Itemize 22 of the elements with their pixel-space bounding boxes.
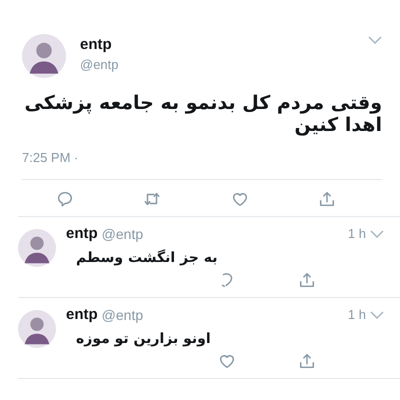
avatar[interactable] [22,34,66,78]
user-name[interactable]: entp [66,225,98,242]
heart-icon[interactable] [230,190,249,208]
chevron-icon[interactable] [370,230,384,238]
reply-age: 1 h [348,307,366,322]
reply-icon[interactable] [56,190,74,208]
reply-age: 1 h [348,226,366,241]
reply-text: به جز انگشت وسطم [76,250,218,266]
share-icon[interactable] [298,352,316,370]
user-name[interactable]: entp [80,36,354,53]
retweet-icon[interactable] [143,190,162,208]
avatar[interactable] [18,310,56,348]
tweet-text: وقتی مردم کل بدنمو به جامعه پزشکی اهدا کنین [24,92,382,136]
heart-icon[interactable] [218,352,236,370]
avatar[interactable] [18,229,56,267]
user-name[interactable]: entp [66,306,98,323]
share-icon[interactable] [318,190,336,208]
chevron-icon[interactable] [368,36,382,44]
tweet-time: 7:25 PM · [22,150,80,165]
chevron-icon[interactable] [370,310,384,318]
share-icon[interactable] [298,271,316,289]
reply-text: اونو بزارین تو موزه [76,331,211,347]
